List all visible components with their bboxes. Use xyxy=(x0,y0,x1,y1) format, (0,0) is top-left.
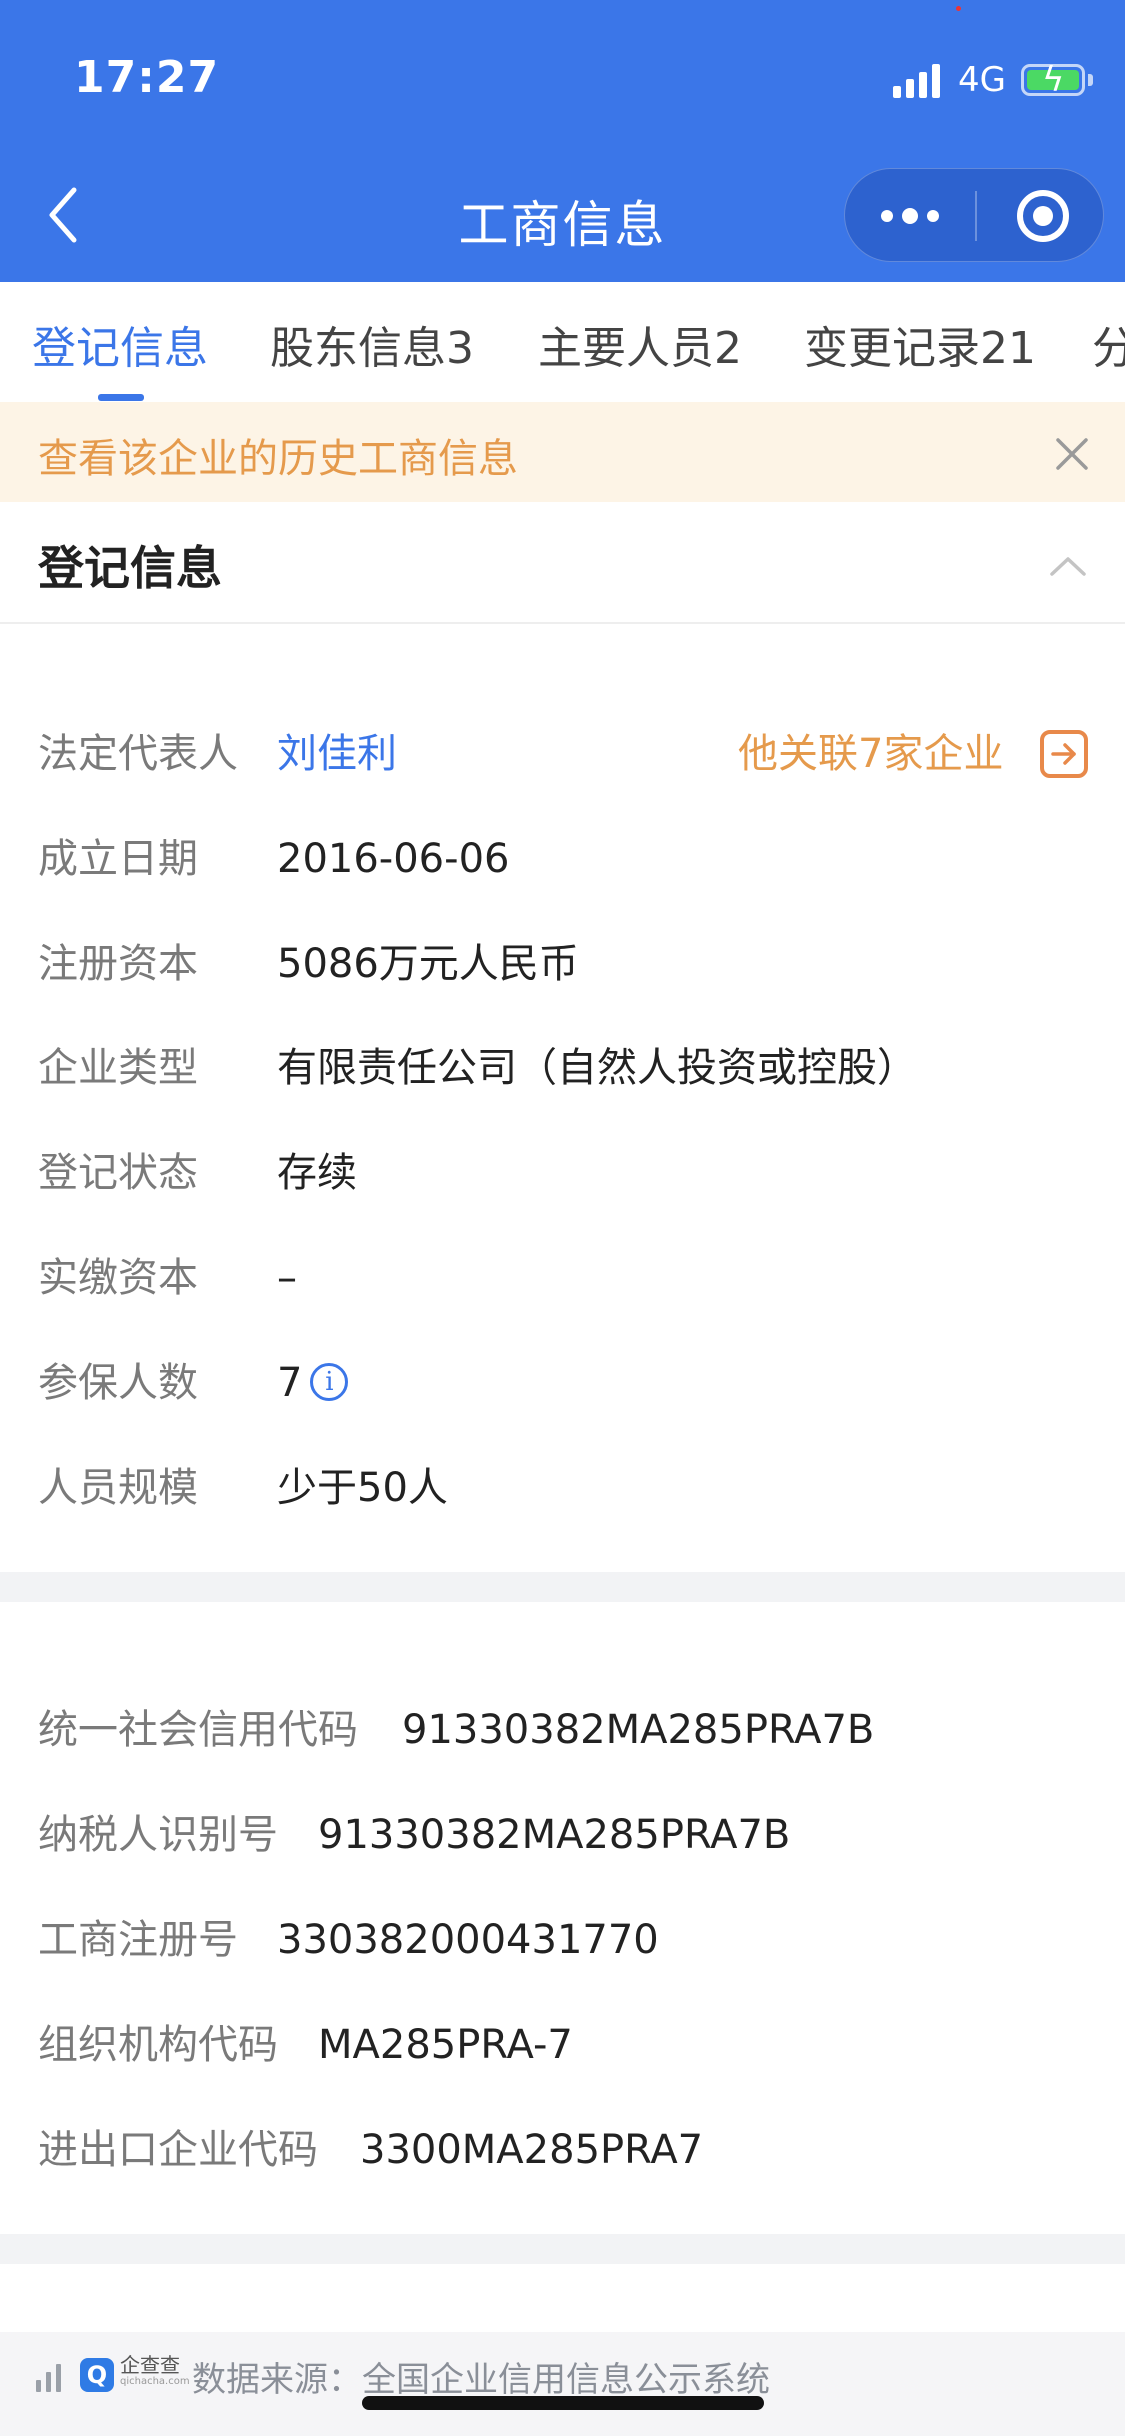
tab-change-records[interactable]: 变更记录21 xyxy=(804,312,1036,376)
code-label: 组织机构代码 xyxy=(38,2022,278,2068)
info-label: 实缴资本 xyxy=(38,1255,198,1301)
arrow-right-box-icon[interactable] xyxy=(1040,730,1088,778)
code-row: 工商注册号 330382000431770 xyxy=(38,1910,659,1970)
signal-icon xyxy=(893,62,943,98)
info-row: 人员规模 少于50人 xyxy=(38,1458,448,1518)
info-label: 登记状态 xyxy=(38,1150,198,1196)
tab-bar: 登记信息 股东信息3 主要人员2 变更记录21 分 xyxy=(0,282,1125,402)
code-label: 工商注册号 xyxy=(38,1917,238,1963)
code-row: 进出口企业代码 3300MA285PRA7 xyxy=(38,2120,703,2180)
data-source-text: 数据来源：全国企业信用信息公示系统 xyxy=(192,2360,770,2400)
info-label: 法定代表人 xyxy=(38,731,238,777)
info-row: 登记状态 存续 xyxy=(38,1143,357,1203)
next-card xyxy=(0,2264,1125,2332)
info-value: 5086万元人民币 xyxy=(277,941,579,987)
app-header: 17:27 4G ϟ 工商信息 xyxy=(0,0,1125,282)
info-value: 存续 xyxy=(277,1150,357,1196)
qichacha-logo-domain: qichacha.com xyxy=(120,2376,190,2387)
info-icon[interactable]: i xyxy=(310,1363,349,1401)
info-value: 7 xyxy=(277,1360,303,1406)
info-value-with-icon: 7i xyxy=(277,1353,349,1413)
code-row: 纳税人识别号 91330382MA285PRA7B xyxy=(38,1805,790,1865)
tab-branches[interactable]: 分 xyxy=(1092,312,1125,376)
info-row: 实缴资本 – xyxy=(38,1248,297,1308)
bar-chart-icon xyxy=(36,2362,66,2392)
battery-charging-icon: ϟ xyxy=(1021,60,1085,100)
home-indicator[interactable] xyxy=(362,2396,764,2410)
info-row: 企业类型 有限责任公司（自然人投资或控股） xyxy=(38,1038,917,1098)
qichacha-logo-name: 企查查 xyxy=(120,2353,180,2377)
capsule-divider xyxy=(975,191,977,241)
info-value: 2016-06-06 xyxy=(277,836,510,882)
info-label: 参保人数 xyxy=(38,1360,198,1406)
code-row: 组织机构代码 MA285PRA-7 xyxy=(38,2015,573,2075)
code-value[interactable]: 3300MA285PRA7 xyxy=(360,2120,703,2180)
battery-tip xyxy=(1088,74,1093,86)
info-value: – xyxy=(277,1255,297,1301)
code-value[interactable]: 91330382MA285PRA7B xyxy=(402,1700,874,1760)
close-miniprogram-button[interactable] xyxy=(1017,190,1069,242)
network-type: 4G xyxy=(958,60,1006,100)
section-divider xyxy=(0,2234,1125,2264)
active-tab-indicator xyxy=(98,394,144,401)
more-button[interactable] xyxy=(845,169,975,263)
code-label: 纳税人识别号 xyxy=(38,1812,278,1858)
info-label: 成立日期 xyxy=(38,836,198,882)
mini-program-capsule xyxy=(844,168,1104,262)
info-row: 成立日期 2016-06-06 xyxy=(38,829,509,889)
related-companies-link[interactable]: 他关联7家企业 xyxy=(738,724,1003,784)
chevron-up-icon[interactable] xyxy=(1048,554,1088,578)
tab-registration[interactable]: 登记信息 xyxy=(32,312,208,376)
code-value[interactable]: 91330382MA285PRA7B xyxy=(318,1805,790,1865)
info-value: 少于50人 xyxy=(277,1465,448,1511)
info-value: 有限责任公司（自然人投资或控股） xyxy=(277,1045,917,1091)
close-icon[interactable] xyxy=(1052,434,1092,474)
recording-dot xyxy=(956,6,961,11)
status-time: 17:27 xyxy=(74,52,220,103)
more-dots-icon xyxy=(881,210,893,222)
info-row: 注册资本 5086万元人民币 xyxy=(38,934,579,994)
legal-rep-link[interactable]: 刘佳利 xyxy=(277,724,397,784)
code-value[interactable]: MA285PRA-7 xyxy=(318,2015,573,2075)
info-row: 参保人数 7i xyxy=(38,1353,349,1413)
section-title: 登记信息 xyxy=(38,541,222,595)
code-value[interactable]: 330382000431770 xyxy=(277,1910,659,1970)
section-divider xyxy=(0,1572,1125,1602)
code-row: 统一社会信用代码 91330382MA285PRA7B xyxy=(38,1700,874,1760)
info-row-legal-rep: 法定代表人 刘佳利 xyxy=(38,724,397,784)
qichacha-logo-icon: Q xyxy=(80,2358,114,2392)
data-source-footer: Q 企查查 qichacha.com 数据来源：全国企业信用信息公示系统 xyxy=(0,2332,1125,2436)
code-label: 统一社会信用代码 xyxy=(38,1707,358,1753)
info-label: 企业类型 xyxy=(38,1045,198,1091)
info-label: 注册资本 xyxy=(38,941,198,987)
history-notice-text[interactable]: 查看该企业的历史工商信息 xyxy=(38,426,518,484)
history-notice[interactable]: 查看该企业的历史工商信息 xyxy=(0,402,1125,502)
code-label: 进出口企业代码 xyxy=(38,2127,318,2173)
section-header[interactable]: 登记信息 xyxy=(0,502,1125,624)
tab-shareholders[interactable]: 股东信息3 xyxy=(270,312,474,376)
info-label: 人员规模 xyxy=(38,1465,198,1511)
tab-key-personnel[interactable]: 主要人员2 xyxy=(538,312,742,376)
